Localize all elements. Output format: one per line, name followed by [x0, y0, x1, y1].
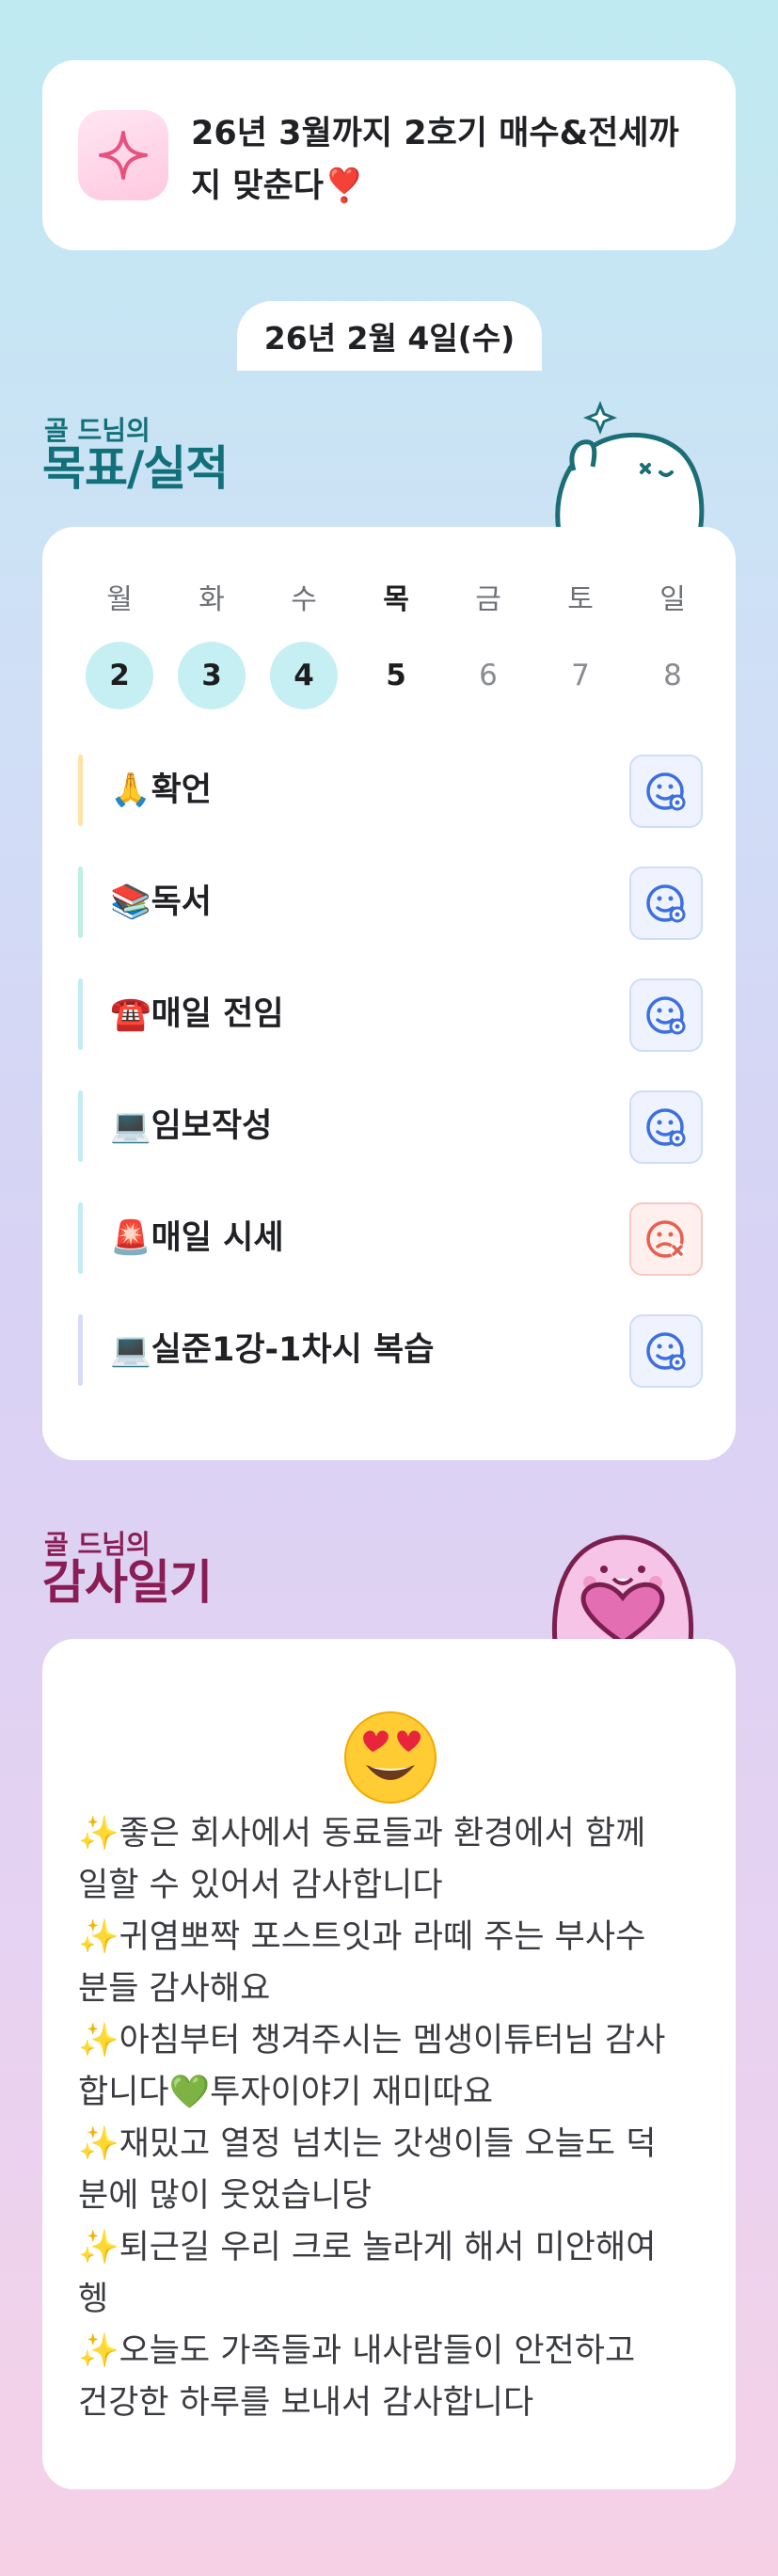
- goal-label: 📚독서: [110, 883, 212, 921]
- gratitude-text: ✨좋은 회사에서 동료들과 환경에서 함께 일할 수 있어서 감사합니다 ✨귀염…: [78, 1808, 708, 2429]
- day-sun[interactable]: 일 8: [637, 581, 708, 709]
- goal-label: ☎️매일 전임: [110, 995, 284, 1033]
- goal-color-bar: [78, 1090, 83, 1162]
- goal-label: 💻실준1강-1차시 복습: [110, 1331, 435, 1369]
- day-date: 2: [86, 642, 153, 709]
- mascot-ghost-thumbsup-icon: [540, 395, 709, 535]
- day-mon[interactable]: 월 2: [84, 581, 155, 709]
- gratitude-line: ✨재밌고 열정 넘치는 갓생이들 오늘도 덕: [78, 2125, 657, 2163]
- goal-color-bar: [78, 755, 83, 826]
- day-name: 화: [198, 583, 225, 616]
- gratitude-line: ✨오늘도 가족들과 내사람들이 안전하고: [78, 2332, 636, 2370]
- day-date: 8: [663, 659, 682, 692]
- goal-color-bar: [78, 1202, 83, 1274]
- goal-item[interactable]: 💻실준1강-1차시 복습: [78, 1314, 703, 1388]
- day-date: 7: [571, 659, 590, 692]
- gratitude-line: 건강한 하루를 보내서 감사합니다: [78, 2384, 534, 2422]
- status-done-icon[interactable]: [629, 755, 703, 828]
- mascot-ghost-heart-icon: [538, 1511, 707, 1646]
- day-thu[interactable]: 목 5: [360, 581, 432, 709]
- goal-color-bar: [78, 1314, 83, 1386]
- goal-item[interactable]: 🙏확언: [78, 755, 703, 828]
- sparkle-icon: [78, 110, 168, 200]
- gratitude-section-title: 감사일기: [42, 1555, 213, 1610]
- goal-item[interactable]: 🚨매일 시세: [78, 1202, 703, 1276]
- goals-section-title: 목표/실적: [42, 441, 229, 496]
- status-done-icon[interactable]: [629, 1090, 703, 1164]
- gratitude-line: 헹: [78, 2281, 109, 2318]
- day-name: 월: [106, 583, 133, 616]
- gratitude-line: 분들 감사해요: [78, 1970, 271, 2008]
- status-done-icon[interactable]: [629, 867, 703, 940]
- day-name: 금: [475, 583, 501, 616]
- goal-item[interactable]: 💻임보작성: [78, 1090, 703, 1164]
- day-name: 수: [291, 583, 317, 616]
- status-done-icon[interactable]: [629, 1314, 703, 1388]
- goal-item[interactable]: ☎️매일 전임: [78, 978, 703, 1052]
- goal-banner-card[interactable]: 26년 3월까지 2호기 매수&전세까지 맞춘다❣️: [42, 60, 736, 250]
- goal-label: 💻임보작성: [110, 1107, 273, 1145]
- goal-label: 🚨매일 시세: [110, 1219, 284, 1257]
- goals-card: 월 2 화 3 수 4 목 5 금 6 토 7 일 8 🙏확언 📚독서 ☎️매일…: [42, 527, 736, 1460]
- status-missed-icon[interactable]: [629, 1202, 703, 1276]
- day-sat[interactable]: 토 7: [545, 581, 616, 709]
- day-fri[interactable]: 금 6: [453, 581, 524, 709]
- day-name: 목: [383, 583, 409, 616]
- status-done-icon[interactable]: [629, 978, 703, 1052]
- goal-item[interactable]: 📚독서: [78, 867, 703, 940]
- goal-color-bar: [78, 978, 83, 1050]
- goal-label: 🙏확언: [110, 771, 212, 809]
- goal-text: 26년 3월까지 2호기 매수&전세까지 맞춘다❣️: [191, 115, 679, 205]
- day-tue[interactable]: 화 3: [176, 581, 247, 709]
- gratitude-line: ✨귀염뽀짝 포스트잇과 라떼 주는 부사수: [78, 1918, 646, 1956]
- gratitude-line: 일할 수 있어서 감사합니다: [78, 1867, 443, 1904]
- gratitude-line: 합니다💚투자이야기 재미따요: [78, 2074, 494, 2111]
- gratitude-line: ✨퇴근길 우리 크로 놀라게 해서 미안해여: [78, 2229, 657, 2266]
- date-label: 26년 2월 4일(수): [237, 301, 542, 371]
- day-date: 6: [479, 659, 498, 692]
- gratitude-card: ✨좋은 회사에서 동료들과 환경에서 함께 일할 수 있어서 감사합니다 ✨귀염…: [42, 1639, 736, 2489]
- gratitude-line: 분에 많이 웃었습니당: [78, 2177, 373, 2215]
- day-date: 3: [178, 642, 246, 709]
- day-wed[interactable]: 수 4: [268, 581, 340, 709]
- heart-eyes-emoji-icon: [341, 1709, 439, 1806]
- day-name: 일: [659, 583, 686, 616]
- goal-color-bar: [78, 867, 83, 938]
- day-date: 4: [270, 642, 338, 709]
- day-date: 5: [386, 659, 406, 692]
- gratitude-line: ✨좋은 회사에서 동료들과 환경에서 함께: [78, 1815, 646, 1852]
- gratitude-line: ✨아침부터 챙겨주시는 멤생이튜터님 감사: [78, 2022, 666, 2059]
- day-name: 토: [567, 583, 594, 616]
